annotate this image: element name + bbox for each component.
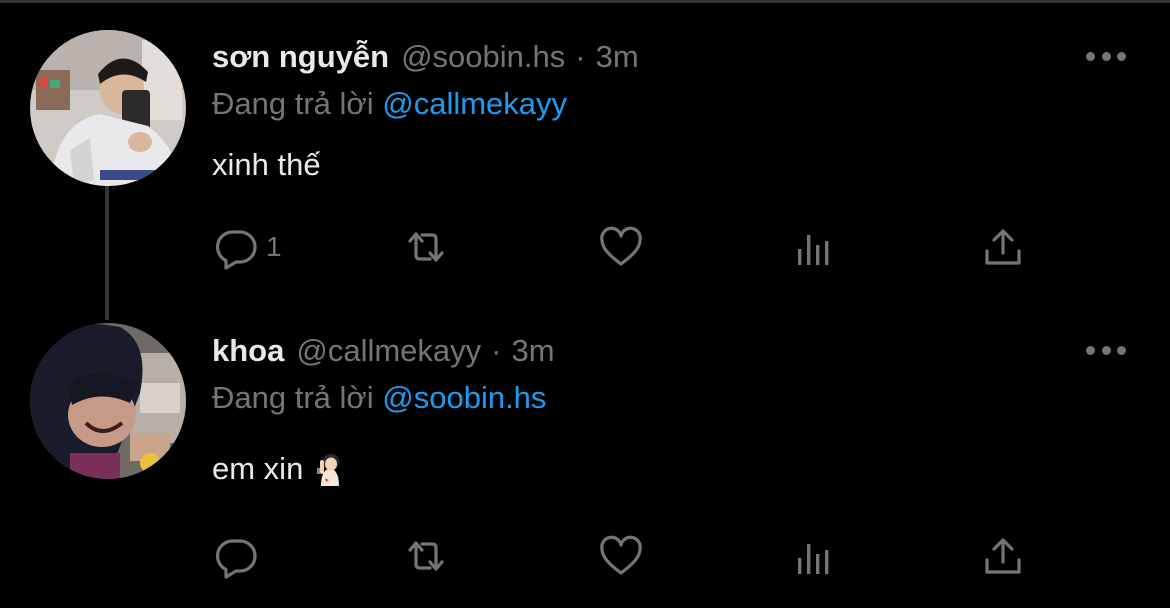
timestamp[interactable]: 3m [596, 39, 639, 75]
share-upload-icon [985, 538, 1021, 574]
replying-to-line: Đang trả lời @soobin.hs [212, 380, 546, 416]
retweet-button[interactable] [402, 222, 450, 272]
replying-prefix: Đang trả lời [212, 86, 374, 121]
user-handle[interactable]: @soobin.hs [401, 39, 565, 75]
share-button[interactable] [979, 531, 1027, 581]
dot [1101, 51, 1111, 61]
person-shushing-emoji-icon [317, 452, 343, 486]
dot [1086, 51, 1095, 61]
avatar[interactable] [30, 30, 186, 186]
tweet-header: sơn nguyễn @soobin.hs · 3m [212, 39, 639, 75]
reply-button[interactable] [212, 531, 266, 581]
speech-bubble-icon [215, 539, 257, 579]
user-handle[interactable]: @callmekayy [296, 333, 481, 369]
more-dots-icon[interactable] [1086, 344, 1126, 356]
tweet-text: em xin [212, 451, 343, 487]
separator-dot: · [575, 39, 586, 74]
views-button[interactable] [790, 531, 838, 581]
tweet-text-content: xinh thế [212, 147, 321, 182]
reply-button[interactable]: 1 [212, 222, 282, 272]
reply-count: 1 [266, 231, 282, 262]
tweet-header: khoa @callmekayy · 3m [212, 333, 555, 369]
display-name[interactable]: khoa [212, 333, 284, 369]
avatar-photo-mirror-selfie [30, 30, 186, 186]
separator-dot: · [491, 333, 502, 368]
replying-prefix: Đang trả lời [212, 380, 374, 415]
tweet[interactable]: sơn nguyễn @soobin.hs · 3m Đang trả lời … [0, 0, 1170, 300]
like-button[interactable] [597, 222, 645, 272]
heart-icon [600, 535, 642, 575]
action-bar [212, 531, 1042, 581]
tweet-text: xinh thế [212, 147, 321, 183]
bar-chart-icon [798, 235, 829, 265]
more-dots-icon[interactable] [1086, 50, 1126, 62]
dot [1117, 345, 1126, 355]
retweet-button[interactable] [402, 531, 450, 581]
share-upload-icon [985, 229, 1021, 265]
retweet-arrows-icon [408, 541, 444, 571]
avatar[interactable] [30, 323, 186, 479]
display-name[interactable]: sơn nguyễn [212, 39, 389, 75]
like-button[interactable] [597, 531, 645, 581]
dot [1101, 345, 1111, 355]
bar-chart-icon [798, 544, 829, 574]
speech-bubble-icon [215, 230, 257, 270]
timestamp[interactable]: 3m [511, 333, 554, 369]
tweet[interactable]: khoa @callmekayy · 3m Đang trả lời @soob… [0, 295, 1170, 595]
views-button[interactable] [790, 222, 838, 272]
heart-icon [600, 226, 642, 266]
retweet-arrows-icon [408, 232, 444, 262]
action-bar: 1 [212, 222, 1042, 272]
tweet-text-content: em xin [212, 451, 304, 486]
dot [1117, 51, 1126, 61]
dot [1086, 345, 1095, 355]
mention-link[interactable]: @callmekayy [382, 86, 567, 121]
share-button[interactable] [979, 222, 1027, 272]
replying-to-line: Đang trả lời @callmekayy [212, 86, 567, 122]
mention-link[interactable]: @soobin.hs [382, 380, 546, 415]
avatar-photo-hooded-laughing [30, 323, 186, 479]
